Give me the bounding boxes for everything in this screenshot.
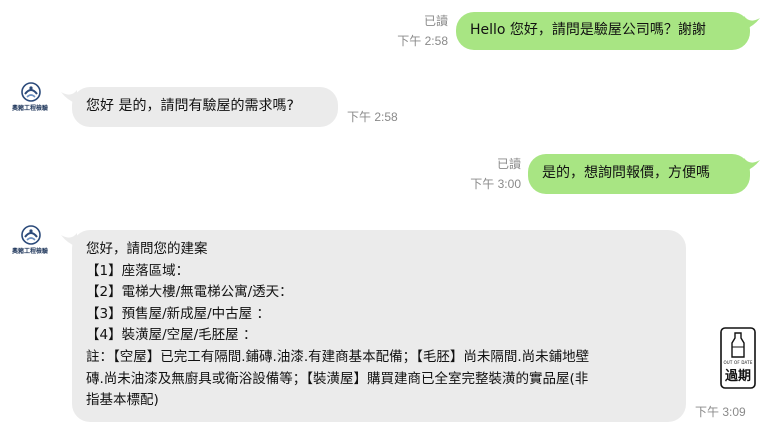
message-line: 【4】裝潢屋/空屋/毛胚屋 ： <box>86 327 257 344</box>
bubble-tail <box>744 158 760 172</box>
message-time: 下午 2:58 <box>397 34 448 48</box>
message-line: 您好，請問您的建案 <box>86 241 208 257</box>
company-logo-icon <box>21 82 41 102</box>
company-logo-text: 奧豬工程檢驗 <box>12 105 49 112</box>
expired-sub-text: OUT OF DATE <box>723 360 753 365</box>
message-time: 下午 3:00 <box>470 177 521 191</box>
sender-avatar[interactable]: 奧豬工程檢驗 <box>12 82 48 118</box>
incoming-message[interactable]: 您好 是的，請問有驗屋的需求嗎? <box>72 87 338 127</box>
expired-label: 過期 <box>724 369 751 384</box>
sender-avatar[interactable]: 奧豬工程檢驗 <box>12 225 48 261</box>
message-text: Hello 您好，請問是驗屋公司嗎？謝謝 <box>470 22 706 38</box>
message-line: 註：【空屋】已完工有隔間.鋪磚.油漆.有建商基本配備；【毛胚】尚未隔間.尚未鋪地… <box>86 348 590 365</box>
message-line: 【2】電梯大樓/無電梯公寓/透天： <box>86 284 293 301</box>
read-status: 已讀 <box>423 14 448 28</box>
incoming-message[interactable]: 您好，請問您的建案 【1】座落區域： 【2】電梯大樓/無電梯公寓/透天： 【3】… <box>72 230 686 422</box>
bubble-tail <box>744 16 760 30</box>
message-line: 指基本標配) <box>86 392 159 409</box>
message-text: 您好 是的，請問有驗屋的需求嗎? <box>86 98 294 114</box>
expired-badge[interactable]: OUT OF DATE 過期 <box>720 327 756 389</box>
outgoing-message[interactable]: Hello 您好，請問是驗屋公司嗎？謝謝 <box>456 12 750 50</box>
message-text: 是的，想詢問報價，方便嗎 <box>542 165 710 181</box>
message-line: 磚.尚未油漆及無廚具或衛浴設備等；【裝潢屋】購買建商已全室完整裝潢的實品屋(非 <box>86 370 589 387</box>
message-line: 【3】預售屋/新成屋/中古屋 ： <box>86 305 270 322</box>
company-logo-text: 奧豬工程檢驗 <box>12 248 49 255</box>
message-line: 【1】座落區域： <box>86 262 190 279</box>
message-time: 下午 2:58 <box>347 110 398 124</box>
outgoing-message[interactable]: 是的，想詢問報價，方便嗎 <box>528 154 750 194</box>
read-status: 已讀 <box>496 157 521 171</box>
message-time: 下午 3:09 <box>695 405 746 419</box>
company-logo-icon <box>21 225 41 245</box>
